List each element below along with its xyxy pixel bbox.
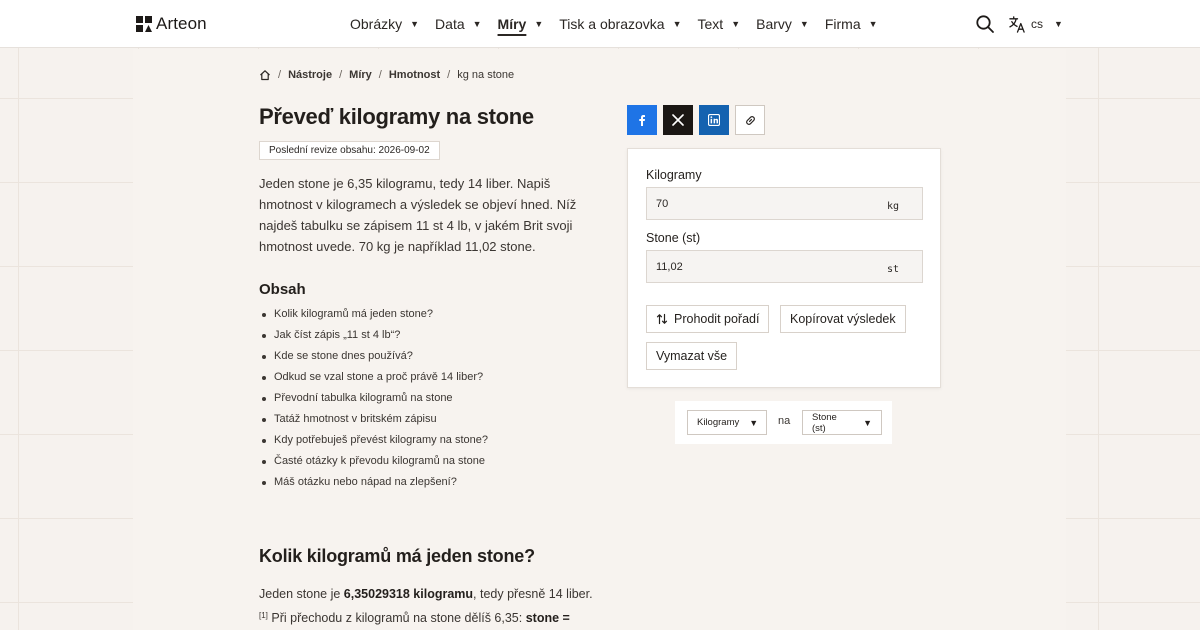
nav-item-barvy[interactable]: Barvy ▼ bbox=[756, 0, 809, 48]
caret-down-icon: ▼ bbox=[672, 19, 682, 29]
caret-down-icon: ▼ bbox=[863, 417, 872, 428]
breadcrumb-separator: / bbox=[278, 69, 282, 81]
footnote-ref[interactable]: [1] bbox=[259, 611, 268, 620]
breadcrumb-separator: / bbox=[378, 69, 382, 81]
from-unit-select[interactable]: Kilogramy ▼ bbox=[687, 410, 767, 435]
table-of-contents: Kolik kilogramů má jeden stone? Jak číst… bbox=[259, 304, 488, 493]
stone-input[interactable]: 11,02 st bbox=[646, 250, 923, 283]
swap-arrows-icon bbox=[656, 313, 668, 325]
toc-link[interactable]: Jak číst zápis „11 st 4 lb“? bbox=[259, 325, 488, 346]
paragraph-text: Při přechodu z kilogramů na stone dělíš … bbox=[267, 611, 526, 625]
x-icon bbox=[672, 114, 684, 126]
nav-label: Tisk a obrazovka bbox=[559, 16, 665, 32]
swap-button[interactable]: Prohodit pořadí bbox=[646, 305, 770, 333]
toc-link[interactable]: Kde se stone dnes používá? bbox=[259, 346, 488, 367]
search-icon bbox=[976, 15, 994, 33]
breadcrumb-item-miry[interactable]: Míry bbox=[349, 69, 372, 81]
copy-result-button[interactable]: Kopírovat výsledek bbox=[780, 305, 906, 333]
caret-down-icon: ▼ bbox=[799, 19, 809, 29]
paragraph-text: Jeden stone je bbox=[259, 587, 344, 601]
share-buttons bbox=[627, 105, 765, 135]
home-icon[interactable] bbox=[259, 69, 271, 81]
nav-label: Data bbox=[435, 16, 465, 32]
stone-unit: st bbox=[886, 264, 899, 275]
top-navigation-bar: Arteon Obrázky ▼ Data ▼ Míry ▼ Tisk a obraz… bbox=[0, 0, 1200, 48]
toc-link[interactable]: Tatáž hmotnost v britském zápisu bbox=[259, 409, 488, 430]
breadcrumb: / Nástroje / Míry / Hmotnost / kg na sto… bbox=[259, 69, 514, 81]
unit-connector: na bbox=[778, 415, 791, 427]
breadcrumb-item-hmotnost[interactable]: Hmotnost bbox=[389, 69, 440, 81]
clear-all-label: Vymazat vše bbox=[656, 349, 728, 363]
caret-down-icon: ▼ bbox=[534, 19, 544, 29]
language-switcher[interactable]: cs ▼ bbox=[1009, 14, 1063, 34]
from-field-label: Kilogramy bbox=[646, 168, 702, 182]
revision-badge: Poslední revize obsahu: 2026-09-02 bbox=[259, 141, 440, 160]
toc-link[interactable]: Máš otázku nebo nápad na zlepšení? bbox=[259, 472, 488, 493]
paragraph-bold: 6,35029318 kilogramu bbox=[343, 587, 474, 601]
paragraph-text: , tedy přesně 14 liber. bbox=[473, 587, 593, 601]
share-linkedin-button[interactable] bbox=[699, 105, 729, 135]
section-paragraph: Jeden stone je 6,35029318 kilogramu, ted… bbox=[259, 584, 609, 629]
arteon-logo-icon bbox=[136, 16, 152, 32]
unit-selector: Kilogramy ▼ na Stone (st) ▼ bbox=[675, 401, 892, 444]
toc-link[interactable]: Kolik kilogramů má jeden stone? bbox=[259, 304, 488, 325]
facebook-icon bbox=[639, 115, 645, 126]
language-code: cs bbox=[1031, 17, 1043, 31]
caret-down-icon: ▼ bbox=[410, 19, 420, 29]
nav-label: Firma bbox=[824, 16, 861, 32]
kilograms-input[interactable]: 70 kg bbox=[646, 187, 923, 220]
nav-item-text[interactable]: Text ▼ bbox=[698, 0, 741, 48]
copy-result-label: Kopírovat výsledek bbox=[790, 312, 896, 326]
toc-link[interactable]: Převodní tabulka kilogramů na stone bbox=[259, 388, 488, 409]
swap-button-label: Prohodit pořadí bbox=[674, 312, 760, 326]
page-title: Převeď kilogramy na stone bbox=[259, 104, 534, 129]
brand-name: Arteon bbox=[156, 14, 207, 33]
caret-down-icon: ▼ bbox=[868, 19, 878, 29]
share-facebook-button[interactable] bbox=[627, 105, 657, 135]
nav-label: Míry bbox=[497, 16, 527, 32]
intro-paragraph: Jeden stone je 6,35 kilogramu, tedy 14 l… bbox=[259, 176, 577, 254]
kilograms-value: 70 bbox=[656, 197, 669, 210]
nav-label: Barvy bbox=[756, 16, 792, 32]
caret-down-icon: ▼ bbox=[472, 19, 482, 29]
caret-down-icon: ▼ bbox=[731, 19, 741, 29]
search-button[interactable] bbox=[975, 14, 995, 34]
section-heading: Kolik kilogramů má jeden stone? bbox=[259, 546, 535, 566]
nav-item-data[interactable]: Data ▼ bbox=[435, 0, 482, 48]
paragraph-bold: stone = bbox=[525, 611, 570, 625]
main-nav: Obrázky ▼ Data ▼ Míry ▼ Tisk a obrazovka ▼ T… bbox=[350, 0, 894, 48]
nav-label: Text bbox=[697, 16, 724, 32]
breadcrumb-separator: / bbox=[339, 69, 343, 81]
linkedin-icon bbox=[708, 114, 720, 126]
toc-title: Obsah bbox=[259, 281, 306, 298]
nav-item-miry[interactable]: Míry ▼ bbox=[498, 0, 544, 48]
to-field-label: Stone (st) bbox=[646, 231, 701, 245]
link-icon bbox=[745, 115, 755, 125]
clear-all-button[interactable]: Vymazat vše bbox=[646, 342, 738, 370]
caret-down-icon: ▼ bbox=[1054, 19, 1063, 29]
to-unit-select[interactable]: Stone (st) ▼ bbox=[802, 410, 882, 435]
caret-down-icon: ▼ bbox=[749, 417, 759, 428]
breadcrumb-separator: / bbox=[447, 69, 451, 81]
nav-item-tisk-a-obrazovka[interactable]: Tisk a obrazovka ▼ bbox=[559, 0, 681, 48]
to-unit-value: Stone (st) bbox=[812, 411, 837, 434]
translate-icon bbox=[1009, 15, 1025, 33]
toc-link[interactable]: Časté otázky k převodu kilogramů na ston… bbox=[259, 451, 488, 472]
main-content: / Nástroje / Míry / Hmotnost / kg na sto… bbox=[133, 49, 1066, 630]
toc-link[interactable]: Kdy potřebuješ převést kilogramy na ston… bbox=[259, 430, 488, 451]
from-unit-value: Kilogramy bbox=[697, 417, 740, 428]
nav-item-firma[interactable]: Firma ▼ bbox=[825, 0, 878, 48]
breadcrumb-item-nastroje[interactable]: Nástroje bbox=[288, 69, 332, 81]
stone-value: 11,02 bbox=[656, 260, 683, 273]
nav-item-obrazky[interactable]: Obrázky ▼ bbox=[350, 0, 419, 48]
brand-logo[interactable]: Arteon bbox=[136, 14, 207, 34]
converter-card: Kilogramy 70 kg Stone (st) 11,02 st Proh… bbox=[627, 148, 941, 388]
kilograms-unit: kg bbox=[886, 201, 899, 212]
copy-link-button[interactable] bbox=[735, 105, 765, 135]
share-x-button[interactable] bbox=[663, 105, 693, 135]
nav-label: Obrázky bbox=[350, 16, 403, 32]
toc-link[interactable]: Odkud se vzal stone a proč právě 14 libe… bbox=[259, 367, 488, 388]
breadcrumb-current: kg na stone bbox=[457, 69, 515, 81]
